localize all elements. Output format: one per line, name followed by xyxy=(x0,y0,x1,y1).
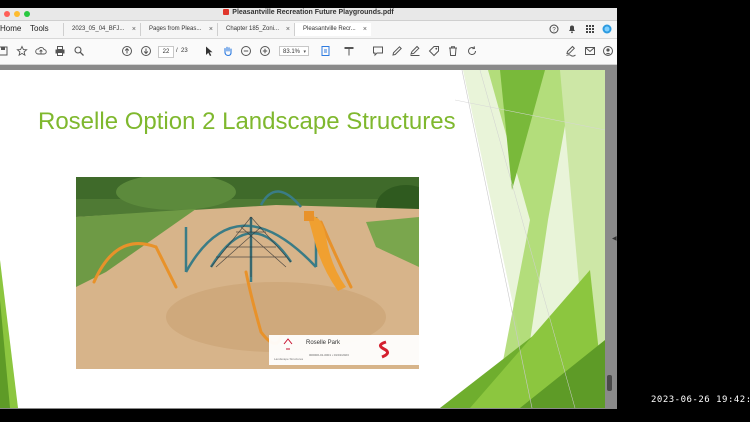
playground-render-image: Roselle Park 000000-01-0001 • 01/01/2023… xyxy=(76,177,419,369)
slide-title: Roselle Option 2 Landscape Structures xyxy=(38,108,456,135)
total-pages: 23 xyxy=(181,48,188,54)
title-bar: Pleasantville Recreation Future Playgrou… xyxy=(0,8,617,21)
chevron-down-icon: ▾ xyxy=(303,49,306,55)
zoom-level-dropdown[interactable]: 83.1% ▾ xyxy=(279,46,309,56)
pen-icon[interactable] xyxy=(391,45,403,57)
window-title: Pleasantville Recreation Future Playgrou… xyxy=(0,9,617,16)
document-tab[interactable]: Pages from Pleas... × xyxy=(140,23,217,36)
save-icon[interactable] xyxy=(0,45,9,57)
select-cursor-icon[interactable] xyxy=(203,45,215,57)
render-caption-title: Roselle Park xyxy=(306,340,341,346)
close-tab-icon[interactable]: × xyxy=(209,23,213,36)
toolbar: 22 / 23 83.1% ▾ xyxy=(0,39,617,65)
document-tab-active[interactable]: Pleasantville Recr... × xyxy=(294,23,371,36)
help-icon[interactable]: ? xyxy=(549,24,559,34)
home-tab[interactable]: Home xyxy=(0,24,21,33)
vertical-scrollbar-thumb[interactable] xyxy=(607,375,612,391)
document-tab-label: Chapter 185_Zoni... xyxy=(226,26,280,32)
hand-tool-icon[interactable] xyxy=(222,45,234,57)
fill-sign-icon[interactable] xyxy=(565,45,577,57)
close-tab-icon[interactable]: × xyxy=(363,23,367,36)
document-tab-label: Pages from Pleas... xyxy=(149,26,202,32)
playground-illustration xyxy=(76,177,419,369)
comment-icon[interactable] xyxy=(372,45,384,57)
document-viewer[interactable]: Roselle Option 2 Landscape Structures Ro… xyxy=(0,65,617,409)
print-icon[interactable] xyxy=(54,45,66,57)
stamp-tag-icon[interactable] xyxy=(428,45,440,57)
notifications-bell-icon[interactable] xyxy=(567,24,577,34)
scrolling-mode-icon[interactable] xyxy=(343,45,355,57)
highlight-pen-icon[interactable] xyxy=(409,45,421,57)
acrobat-window: Pleasantville Recreation Future Playgrou… xyxy=(0,8,617,409)
render-caption-meta: 000000-01-0001 • 01/01/2023 xyxy=(309,353,349,357)
document-tab-label: 2023_05_04_BFJ... xyxy=(72,26,125,32)
share-user-icon[interactable] xyxy=(602,45,614,57)
pdf-page: Roselle Option 2 Landscape Structures Ro… xyxy=(0,70,605,408)
bookmark-star-icon[interactable] xyxy=(16,45,28,57)
document-tab[interactable]: Chapter 185_Zoni... × xyxy=(217,23,294,36)
zoom-in-icon[interactable] xyxy=(259,45,271,57)
next-page-icon[interactable] xyxy=(140,45,152,57)
side-panel-toggle-icon[interactable]: ◀ xyxy=(612,235,617,242)
apps-grid-icon[interactable] xyxy=(585,24,595,34)
delete-trash-icon[interactable] xyxy=(447,45,459,57)
document-tab-label: Pleasantville Recr... xyxy=(303,26,356,32)
page-separator: / xyxy=(176,48,178,54)
zoom-out-icon[interactable] xyxy=(240,45,252,57)
recording-timestamp: 2023-06-26 19:42:16 xyxy=(651,395,750,405)
search-icon[interactable] xyxy=(73,45,85,57)
pdf-icon xyxy=(223,9,230,16)
tools-tab[interactable]: Tools xyxy=(30,24,49,33)
rotate-icon[interactable] xyxy=(466,45,478,57)
render-caption-brand: Landscape Structures xyxy=(274,357,304,361)
previous-page-icon[interactable] xyxy=(121,45,133,57)
tab-bar: Home Tools 2023_05_04_BFJ... × Pages fro… xyxy=(0,21,617,39)
email-icon[interactable] xyxy=(584,45,596,57)
account-avatar[interactable] xyxy=(602,24,612,34)
window-title-text: Pleasantville Recreation Future Playgrou… xyxy=(232,9,394,16)
upload-cloud-icon[interactable] xyxy=(35,45,47,57)
zoom-level-value: 83.1% xyxy=(283,49,301,55)
close-tab-icon[interactable]: × xyxy=(286,23,290,36)
document-tab[interactable]: 2023_05_04_BFJ... × xyxy=(63,23,140,36)
current-page-input[interactable]: 22 xyxy=(158,46,174,58)
page-fit-icon[interactable] xyxy=(320,45,332,57)
close-tab-icon[interactable]: × xyxy=(132,23,136,36)
